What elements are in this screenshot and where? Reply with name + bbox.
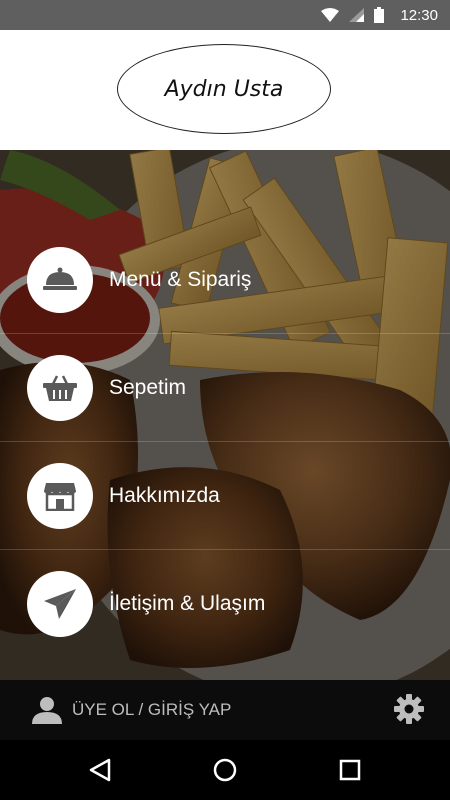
- user-icon: [32, 697, 62, 724]
- menu-icon-circle: [27, 463, 93, 529]
- logo: Aydın Usta: [117, 44, 331, 134]
- logo-text: Aydın Usta: [164, 76, 284, 102]
- menu-item-menu-order[interactable]: Menü & Sipariş: [0, 226, 450, 334]
- back-button[interactable]: [84, 754, 116, 786]
- gear-icon: [394, 694, 424, 724]
- menu-item-label: Hakkımızda: [109, 484, 220, 507]
- menu-icon-circle: [27, 571, 93, 637]
- back-icon: [89, 758, 111, 782]
- menu-item-label: Menü & Sipariş: [109, 268, 252, 291]
- storefront-icon: [44, 483, 76, 511]
- battery-icon: [374, 7, 385, 23]
- hero-background: Menü & Sipariş Sepetim Hakkımızda İletiş…: [0, 150, 450, 680]
- home-icon: [213, 758, 237, 782]
- login-register-button[interactable]: ÜYE OL / GİRİŞ YAP: [32, 696, 231, 724]
- settings-button[interactable]: [394, 694, 424, 728]
- bottom-bar: ÜYE OL / GİRİŞ YAP: [0, 680, 450, 740]
- menu-item-basket[interactable]: Sepetim: [0, 334, 450, 442]
- menu-item-label: Sepetim: [109, 376, 187, 399]
- cloche-icon: [43, 267, 77, 290]
- status-bar: 12:30: [0, 0, 450, 30]
- home-button[interactable]: [209, 754, 241, 786]
- status-time: 12:30: [400, 6, 438, 24]
- menu-item-label: İletişim & Ulaşım: [109, 592, 266, 615]
- navigation-bar: [0, 740, 450, 800]
- basket-icon: [43, 375, 77, 401]
- status-icons: 12:30: [321, 0, 438, 30]
- menu-item-about[interactable]: Hakkımızda: [0, 442, 450, 550]
- menu-icon-circle: [27, 247, 93, 313]
- login-register-label: ÜYE OL / GİRİŞ YAP: [72, 700, 232, 719]
- recents-icon: [339, 759, 361, 781]
- menu-icon-circle: [27, 355, 93, 421]
- menu-item-contact[interactable]: İletişim & Ulaşım: [0, 550, 450, 658]
- paper-plane-icon: [44, 589, 76, 619]
- recents-button[interactable]: [334, 754, 366, 786]
- cell-signal-icon: [349, 8, 365, 22]
- wifi-icon: [321, 8, 340, 22]
